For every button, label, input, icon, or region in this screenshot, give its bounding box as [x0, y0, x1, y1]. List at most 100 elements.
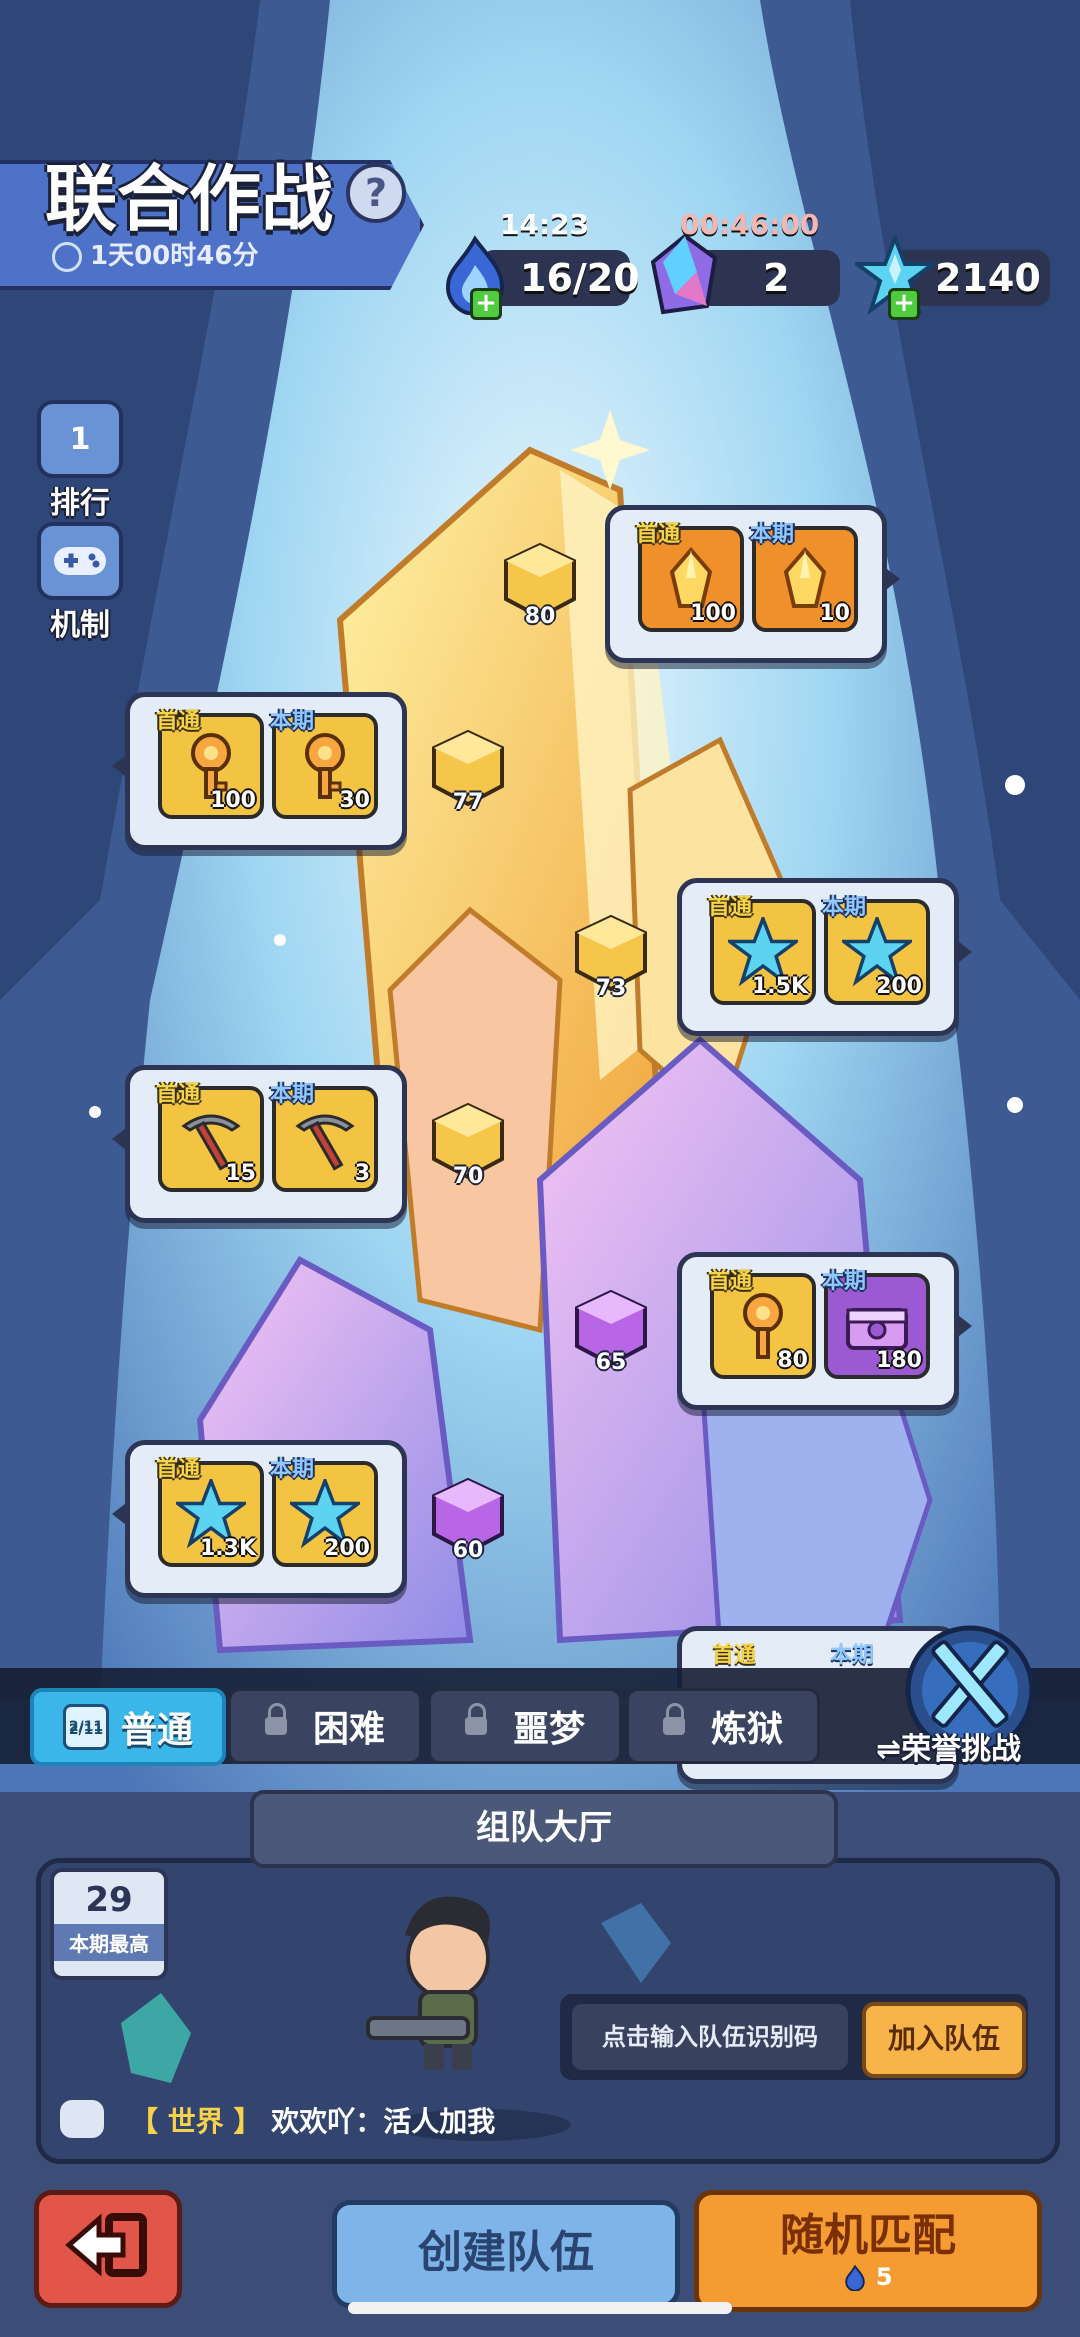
reward-slot-first-clear: 首通 1.5K	[708, 895, 816, 1005]
reward-slot-first-clear: 首通 100	[636, 522, 744, 632]
reward-qty: 180	[876, 1348, 922, 1373]
reward-card-73: 首通 1.5K 本期 200	[677, 878, 972, 1036]
mechanics-label: 机制	[50, 608, 110, 643]
pickaxe-icon	[295, 1114, 355, 1171]
reward-slot-first-clear: 首通 1.3K	[156, 1457, 264, 1567]
season-best-value: 29	[85, 1880, 133, 1920]
tab-label: 炼狱	[710, 1709, 783, 1750]
stage-progress-badge: 2/11	[62, 1704, 109, 1750]
purple-crystal-icon	[650, 233, 718, 315]
energy-timer: 14:23	[500, 208, 590, 241]
stage-level-label: 77	[452, 790, 484, 815]
tab-label: 普通	[120, 1710, 193, 1751]
reward-qty: 15	[225, 1161, 256, 1186]
reward-tag: 首通	[636, 522, 681, 547]
purple-chest-icon	[846, 1308, 908, 1350]
mechanics-button[interactable]: 机制	[32, 522, 128, 644]
team-hall-title: 组队大厅	[250, 1790, 838, 1868]
reward-tag: 本期	[822, 895, 867, 920]
lock-icon	[464, 1703, 487, 1735]
tab-hard[interactable]: 困难	[228, 1688, 422, 1764]
back-button[interactable]	[34, 2190, 182, 2308]
reward-tag: 本期	[270, 1457, 315, 1482]
reward-tag: 首通	[156, 1082, 201, 1107]
add-star-crystal-button[interactable]: +	[888, 288, 920, 320]
ranking-label: 排行	[50, 486, 110, 521]
reward-qty: 100	[210, 788, 256, 813]
reward-tag: 首通	[156, 709, 201, 734]
reward-slot-season: 本期 200	[270, 1457, 378, 1567]
reward-card-80: 首通 100 本期 10	[605, 505, 900, 663]
lock-icon	[662, 1703, 685, 1735]
tab-purgatory[interactable]: 炼狱	[626, 1688, 820, 1764]
stage-level-label: 65	[595, 1350, 627, 1375]
create-team-button[interactable]: 创建队伍	[332, 2200, 680, 2308]
crystal-value: 2	[763, 256, 790, 300]
reward-slot-first-clear: 首通 15	[156, 1082, 264, 1192]
reward-tag: 首通	[156, 1457, 201, 1482]
reward-qty: 1.5K	[751, 974, 808, 999]
stage-level-label: 70	[452, 1164, 484, 1189]
reward-qty: 30	[339, 788, 370, 813]
join-team-button[interactable]: 加入队伍	[862, 2002, 1026, 2078]
blue-flame-icon	[845, 2264, 866, 2292]
chat-channel: 【 世界 】	[130, 2105, 262, 2138]
reward-tag: 首通	[708, 895, 753, 920]
clock-icon	[52, 241, 82, 272]
reward-slot-season: 本期 30	[270, 709, 378, 819]
lock-icon	[264, 1703, 287, 1735]
reward-tag: 本期	[270, 709, 315, 734]
world-chat-message[interactable]: 【 世界 】 欢欢吖：活人加我	[130, 2100, 495, 2140]
energy-value: 16/20	[520, 256, 640, 300]
reward-qty: 10	[819, 601, 850, 626]
reward-qty: 200	[876, 974, 922, 999]
reward-tag: 首通	[708, 1269, 753, 1294]
team-code-input[interactable]: 点击输入队伍识别码	[572, 2004, 848, 2070]
reward-slot-season: 本期 180	[822, 1269, 930, 1379]
question-mark-icon[interactable]: ?	[346, 163, 406, 223]
event-countdown: 1天00时46分	[52, 235, 258, 272]
reward-slot-season: 本期 10	[750, 522, 858, 632]
stage-level-label: 60	[452, 1538, 484, 1563]
reward-card-65: 首通 80 本期 180	[677, 1252, 972, 1410]
reward-tag: 本期	[830, 1643, 875, 1668]
stage-level-label: 80	[524, 604, 556, 629]
reward-qty: 3	[354, 1161, 370, 1186]
reward-tag: 本期	[270, 1082, 315, 1107]
chat-bubble-icon[interactable]	[60, 2100, 104, 2138]
reward-card-60: 首通 1.3K 本期 200	[112, 1440, 407, 1598]
reward-slot-season: 本期 200	[822, 895, 930, 1005]
reward-tag: 首通	[712, 1643, 757, 1668]
tab-normal[interactable]: 2/11 普通	[30, 1688, 226, 1766]
tab-label: 困难	[312, 1709, 385, 1750]
tab-nightmare[interactable]: 噩梦	[428, 1688, 622, 1764]
reward-qty: 100	[690, 601, 736, 626]
reward-qty: 80	[777, 1348, 808, 1373]
random-match-cost: 5	[699, 2263, 1037, 2292]
countdown-text: 1天00时46分	[90, 241, 259, 271]
page-title: 联合作战	[45, 157, 334, 241]
reward-slot-season: 本期 3	[270, 1082, 378, 1192]
gamepad-icon	[37, 522, 123, 600]
reward-qty: 1.3K	[199, 1536, 256, 1561]
reward-slot-first-clear: 首通 80	[708, 1269, 816, 1379]
ranking-button[interactable]: 1 排行	[32, 400, 128, 522]
honor-challenge-button[interactable]: ⇌荣誉挑战	[876, 1724, 1021, 1768]
reward-tag: 本期	[822, 1269, 867, 1294]
player-avatar	[366, 1896, 490, 2070]
home-indicator[interactable]	[348, 2302, 732, 2314]
add-energy-button[interactable]: +	[470, 288, 502, 320]
season-best-badge: 29 本期最高	[50, 1868, 168, 1980]
reward-qty: 200	[324, 1536, 370, 1561]
reward-card-70: 首通 15 本期 3	[112, 1065, 407, 1223]
random-match-label: 随机匹配	[780, 2210, 956, 2261]
season-best-label: 本期最高	[54, 1924, 164, 1961]
random-match-button[interactable]: 随机匹配 5	[694, 2190, 1042, 2312]
random-match-cost-value: 5	[875, 2263, 893, 2291]
chat-text: 欢欢吖：活人加我	[271, 2105, 496, 2138]
reward-card-77: 首通 100 本期 30	[112, 692, 407, 850]
reward-slot-first-clear: 首通 100	[156, 709, 264, 819]
trophy-icon: 1	[37, 400, 123, 478]
reward-tag: 本期	[750, 522, 795, 547]
star-crystal-value: 2140	[935, 256, 1041, 300]
